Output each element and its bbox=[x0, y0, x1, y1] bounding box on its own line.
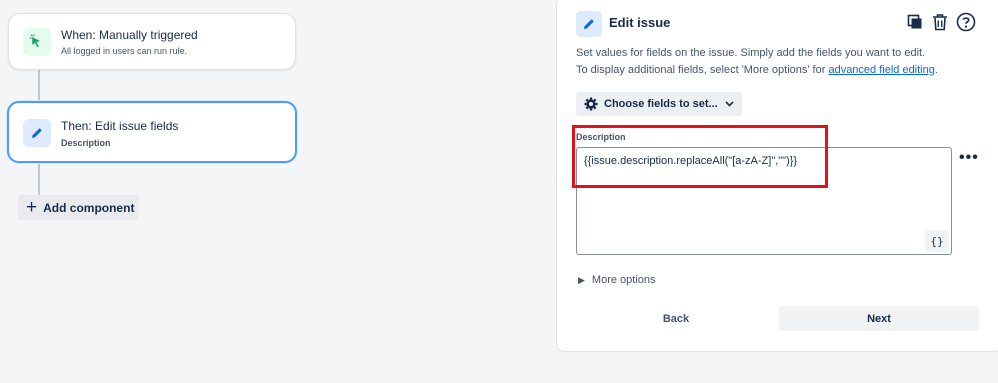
choose-fields-button[interactable]: Choose fields to set... bbox=[576, 92, 742, 116]
next-button[interactable]: Next bbox=[779, 306, 979, 331]
choose-fields-label: Choose fields to set... bbox=[604, 98, 718, 110]
help-icon[interactable] bbox=[956, 12, 976, 32]
more-options-toggle[interactable]: ▶ More options bbox=[578, 274, 656, 286]
advanced-field-editing-link[interactable]: advanced field editing bbox=[828, 64, 934, 76]
more-options-label: More options bbox=[591, 274, 656, 286]
cursor-click-icon bbox=[23, 28, 51, 56]
description-field[interactable]: {{issue.description.replaceAll("[a-zA-Z]… bbox=[576, 147, 952, 255]
more-actions-icon[interactable]: ••• bbox=[959, 149, 979, 167]
flow-connector bbox=[38, 70, 40, 101]
edit-issue-panel: Edit issue Set values for fields on the … bbox=[556, 0, 998, 352]
add-component-label: Add component bbox=[43, 200, 135, 215]
chevron-right-icon: ▶ bbox=[578, 274, 585, 285]
smart-value-button[interactable]: {} bbox=[925, 230, 949, 252]
add-component-button[interactable]: + Add component bbox=[18, 195, 139, 220]
panel-title: Edit issue bbox=[609, 15, 671, 30]
trigger-title: When: Manually triggered bbox=[61, 28, 198, 42]
flow-connector bbox=[38, 163, 40, 195]
trigger-card[interactable]: When: Manually triggered All logged in u… bbox=[8, 13, 296, 70]
gear-icon bbox=[584, 97, 598, 111]
description-suffix: . bbox=[934, 64, 938, 76]
back-button[interactable]: Back bbox=[576, 306, 776, 331]
pencil-icon bbox=[23, 119, 51, 147]
chevron-down-icon bbox=[725, 101, 734, 107]
plus-icon: + bbox=[26, 197, 38, 218]
copy-icon[interactable] bbox=[905, 12, 925, 32]
action-card[interactable]: Then: Edit issue fields Description bbox=[7, 101, 297, 163]
pencil-icon bbox=[576, 11, 602, 37]
description-prefix: To display additional fields, select 'Mo… bbox=[576, 64, 829, 76]
panel-description: Set values for fields on the issue. Simp… bbox=[576, 47, 926, 59]
trigger-subtitle: All logged in users can run rule. bbox=[61, 46, 188, 56]
panel-description-advanced: To display additional fields, select 'Mo… bbox=[576, 64, 938, 76]
description-field-label: Description bbox=[576, 132, 626, 142]
action-title: Then: Edit issue fields bbox=[61, 119, 179, 133]
description-field-value: {{issue.description.replaceAll("[a-zA-Z]… bbox=[584, 155, 798, 167]
action-subtitle: Description bbox=[61, 138, 111, 148]
trash-icon[interactable] bbox=[930, 12, 950, 32]
